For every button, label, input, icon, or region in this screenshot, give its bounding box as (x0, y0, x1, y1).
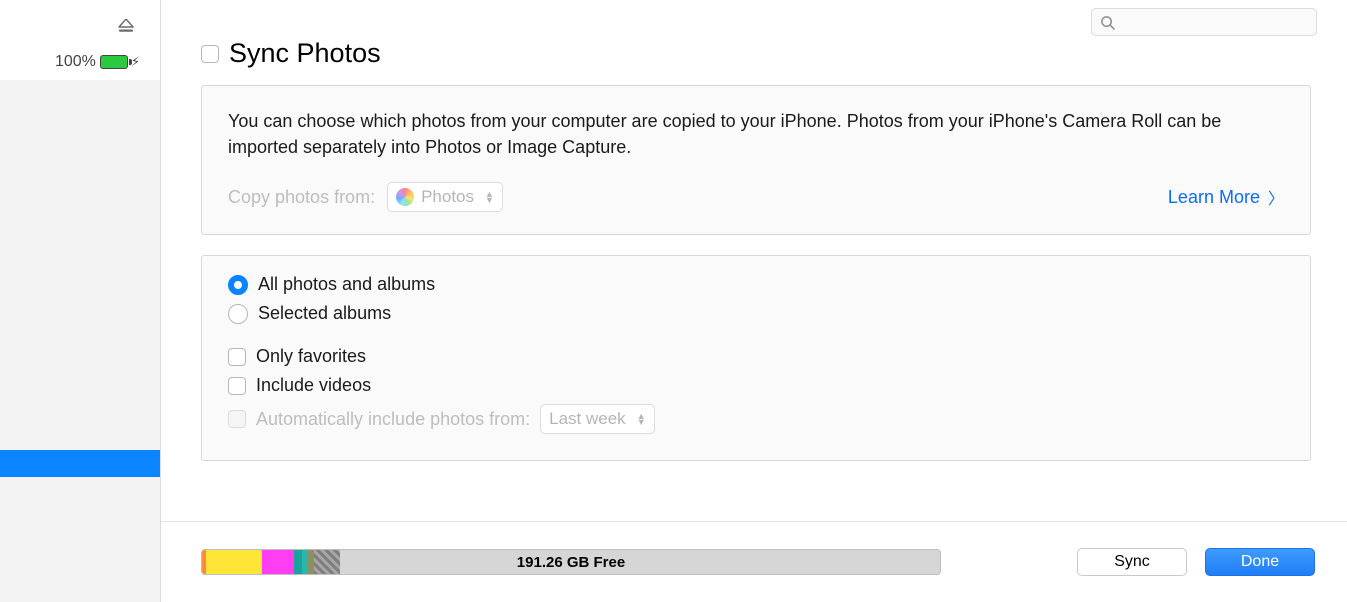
sidebar-item-selected[interactable] (0, 450, 160, 477)
checkbox-include-videos-label: Include videos (256, 375, 371, 396)
radio-selected-albums-label: Selected albums (258, 303, 391, 324)
copy-source-value: Photos (421, 187, 474, 207)
chevron-up-down-icon: ▲▼ (637, 413, 646, 425)
radio-all-photos[interactable] (228, 275, 248, 295)
radio-selected-albums[interactable] (228, 304, 248, 324)
charging-icon: ⚡︎ (131, 54, 140, 70)
search-input[interactable] (1091, 8, 1317, 36)
device-sidebar: 100% ⚡︎ (0, 0, 161, 602)
page-title: Sync Photos (229, 38, 381, 69)
photos-app-icon (396, 188, 414, 206)
storage-seg (294, 550, 302, 574)
storage-seg (206, 550, 262, 574)
battery-percent-label: 100% (55, 53, 96, 71)
info-text: You can choose which photos from your co… (228, 108, 1284, 160)
storage-seg (314, 550, 340, 574)
eject-icon[interactable] (118, 18, 134, 34)
learn-more-link[interactable]: Learn More 〉 (1168, 185, 1284, 209)
storage-bar: 191.26 GB Free (201, 549, 941, 575)
checkbox-only-favorites-label: Only favorites (256, 346, 366, 367)
battery-icon (100, 55, 128, 69)
chevron-right-icon: 〉 (1268, 185, 1284, 209)
done-button[interactable]: Done (1205, 548, 1315, 576)
done-button-label: Done (1241, 553, 1279, 571)
search-text[interactable] (1121, 14, 1308, 30)
checkbox-auto-include[interactable] (228, 410, 246, 428)
copy-source-dropdown[interactable]: Photos ▲▼ (387, 182, 503, 212)
auto-include-dropdown[interactable]: Last week ▲▼ (540, 404, 654, 434)
options-panel: All photos and albums Selected albums On… (201, 255, 1311, 461)
search-icon (1100, 15, 1115, 30)
checkbox-only-favorites[interactable] (228, 348, 246, 366)
learn-more-label: Learn More (1168, 187, 1260, 208)
sync-button[interactable]: Sync (1077, 548, 1187, 576)
checkbox-auto-include-label: Automatically include photos from: (256, 409, 530, 430)
sync-button-label: Sync (1114, 553, 1150, 571)
footer-bar: 191.26 GB Free Sync Done (161, 522, 1347, 602)
sidebar-list-area (0, 80, 160, 602)
checkbox-include-videos[interactable] (228, 377, 246, 395)
chevron-up-down-icon: ▲▼ (485, 191, 494, 203)
radio-all-photos-label: All photos and albums (258, 274, 435, 295)
copy-from-label: Copy photos from: (228, 187, 375, 208)
sync-photos-checkbox[interactable] (201, 45, 219, 63)
auto-include-value: Last week (549, 409, 626, 429)
battery-status: 100% ⚡︎ (55, 53, 140, 71)
storage-seg (262, 550, 294, 574)
info-panel: You can choose which photos from your co… (201, 85, 1311, 235)
